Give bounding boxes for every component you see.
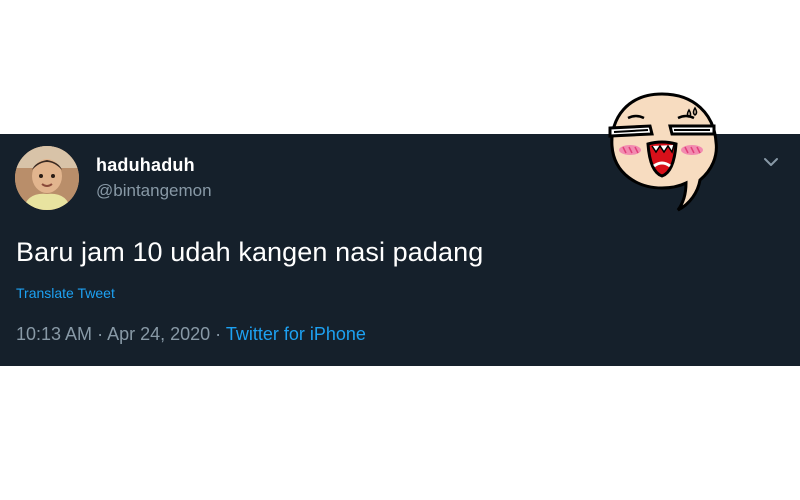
blushing-face-sticker [608, 92, 718, 212]
tweet-time[interactable]: 10:13 AM [16, 324, 92, 344]
avatar[interactable] [15, 146, 79, 210]
tweet-text: Baru jam 10 udah kangen nasi padang [16, 237, 484, 267]
user-handle[interactable]: @bintangemon [96, 181, 212, 201]
meta-separator: · [92, 324, 108, 344]
avatar-photo [15, 146, 79, 210]
tweet-meta: 10:13 AM · Apr 24, 2020 · Twitter for iP… [16, 324, 366, 345]
tweet-date[interactable]: Apr 24, 2020 [107, 324, 210, 344]
chevron-down-icon[interactable] [761, 152, 781, 172]
display-name[interactable]: haduhaduh [96, 155, 195, 176]
translate-tweet-link[interactable]: Translate Tweet [16, 285, 115, 301]
meta-separator: · [210, 324, 226, 344]
tweet-source-link[interactable]: Twitter for iPhone [226, 324, 366, 344]
